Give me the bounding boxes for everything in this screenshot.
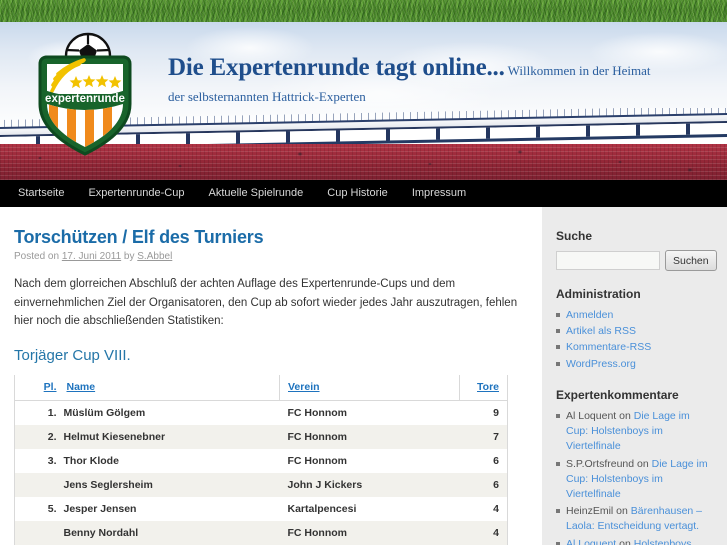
cell-player-name: Jens Seglersheim [63,478,153,491]
site-branding: Die Expertenrunde tagt online... Willkomm… [168,55,650,105]
post-title: Torschützen / Elf des Turniers [14,227,264,247]
site-title[interactable]: Die Expertenrunde tagt online... [168,54,505,81]
admin-link[interactable]: Kommentare-RSS [566,341,651,353]
comment-author[interactable]: Al Loquent [566,538,616,545]
comment-on-word: on [616,537,634,545]
sort-link-tore[interactable]: Tore [477,381,499,393]
top-scorers-table: Pl. Name Verein Tore 1. Müslüm Gölgem FC H… [14,374,508,545]
cell-club: FC Honnom [287,406,348,419]
list-item: HeinzEmil on Bärenhausen – Laola: Entsch… [556,504,713,534]
cell-place [15,473,59,497]
expertenrunde-crest-icon: expertenrunde [38,32,132,156]
nav-item-startseite[interactable]: Startseite [18,180,76,207]
comments-heading: Expertenkommentare [556,387,679,402]
table-row: 3. Thor Klode FC Honnom 6 [14,448,508,473]
sidebar: Suche Suchen Administration Anmelden Arti… [542,207,727,545]
administration-heading: Administration [556,287,641,301]
column-header-tore: Tore [459,374,508,401]
cell-goals: 4 [493,526,499,539]
comment-on-word: on [616,409,634,422]
sort-link-verein[interactable]: Verein [288,381,320,393]
cell-club: John J Kickers [287,478,363,491]
cell-club: FC Honnom [287,526,348,539]
page-root: expertenrunde Die Expertenrunde tagt onl… [0,0,727,545]
nav-item-cup-historie[interactable]: Cup Historie [315,180,400,207]
column-header-pl: Pl. [14,374,59,401]
comment-on-word: on [634,457,652,470]
grass-banner [0,0,727,22]
main-navigation: Startseite Expertenrunde-Cup Aktuelle Sp… [0,180,727,207]
table-body: 1. Müslüm Gölgem FC Honnom 9 2. Helmut Kiesen… [14,400,508,545]
search-heading: Suche [556,229,593,243]
sort-link-pl[interactable]: Pl. [44,381,57,393]
cell-club: Kartalpencesi [287,502,357,515]
wordmark-text: expertenrunde [45,93,125,105]
nav-item-aktuelle-spielrunde[interactable]: Aktuelle Spielrunde [196,180,315,207]
cell-place: 1. [47,406,57,419]
table-row: 2. Helmut Kiesenebner FC Honnom 7 [14,424,508,449]
post-author-link[interactable]: S.Abbel [137,251,172,262]
site-tagline-inline: Willkommen in der Heimat [507,63,651,78]
cell-goals: 7 [493,430,499,443]
table-header-row: Pl. Name Verein Tore [14,374,508,401]
cell-goals: 4 [493,502,499,515]
list-item: Artikel als RSS [556,324,713,339]
cell-player-name: Jesper Jensen [63,502,137,515]
admin-link[interactable]: WordPress.org [566,358,636,370]
search-button[interactable]: Suchen [665,250,717,271]
nav-item-impressum[interactable]: Impressum [400,180,478,207]
cell-club: FC Honnom [287,454,348,467]
table-row: Benny Nordahl FC Honnom 4 [14,520,508,545]
site-tagline-second: der selbsternannten Hattrick-Experten [168,89,366,104]
admin-link[interactable]: Anmelden [566,309,613,321]
list-item: WordPress.org [556,357,713,372]
comment-on-word: on [613,505,631,518]
post-meta: Posted on 17. Juni 2011 by S.Abbel [14,251,520,262]
section-subtitle: Torjäger Cup VIII. [14,346,131,364]
table-row: Jens Seglersheim John J Kickers 6 [14,472,508,497]
post-body: Nach dem glorreichen Abschluß der achten… [14,278,518,328]
cell-player-name: Helmut Kiesenebner [63,430,166,443]
cell-goals: 6 [493,478,499,491]
cell-goals: 9 [493,406,499,419]
table-row: 1. Müslüm Gölgem FC Honnom 9 [14,400,508,425]
list-item: Anmelden [556,308,713,323]
table-head: Pl. Name Verein Tore [14,374,508,401]
post-meta-by: by [123,251,135,262]
administration-list: Anmelden Artikel als RSS Kommentare-RSS Wor… [556,308,713,372]
comment-author: S.P.Ortsfreund [566,457,635,470]
cell-place: 2. [47,430,57,443]
list-item: Al Loquent on Holstenboys reloaded [556,537,713,545]
cell-player-name: Thor Klode [63,454,119,467]
post-meta-prefix: Posted on [14,251,60,262]
site-logo[interactable]: expertenrunde [26,28,144,160]
expertenkommentare-list: Al Loquent on Die Lage im Cup: Holstenbo… [556,409,713,545]
cell-place: 3. [47,454,57,467]
cell-place: 5. [47,502,57,515]
cell-goals: 6 [493,454,499,467]
list-item: Al Loquent on Die Lage im Cup: Holstenbo… [556,409,713,455]
comment-author: HeinzEmil [566,505,614,518]
search-input[interactable] [556,251,660,270]
column-header-verein: Verein [279,374,460,401]
cell-club: FC Honnom [287,430,348,443]
column-header-name: Name [58,374,280,401]
cell-player-name: Benny Nordahl [63,526,139,539]
post-date-link[interactable]: 17. Juni 2011 [62,251,121,262]
cell-player-name: Müslüm Gölgem [63,406,146,419]
list-item: S.P.Ortsfreund on Die Lage im Cup: Holst… [556,457,713,503]
list-item: Kommentare-RSS [556,340,713,355]
main-content: Torschützen / Elf des Turniers Posted on… [0,207,542,545]
search-form: Suchen [556,250,717,271]
cell-place [15,521,59,545]
sort-link-name[interactable]: Name [67,381,96,393]
admin-link[interactable]: Artikel als RSS [566,325,636,337]
nav-item-expertenrunde-cup[interactable]: Expertenrunde-Cup [76,180,196,207]
comment-author: Al Loquent [566,409,617,422]
table-row: 5. Jesper Jensen Kartalpencesi 4 [14,496,508,521]
